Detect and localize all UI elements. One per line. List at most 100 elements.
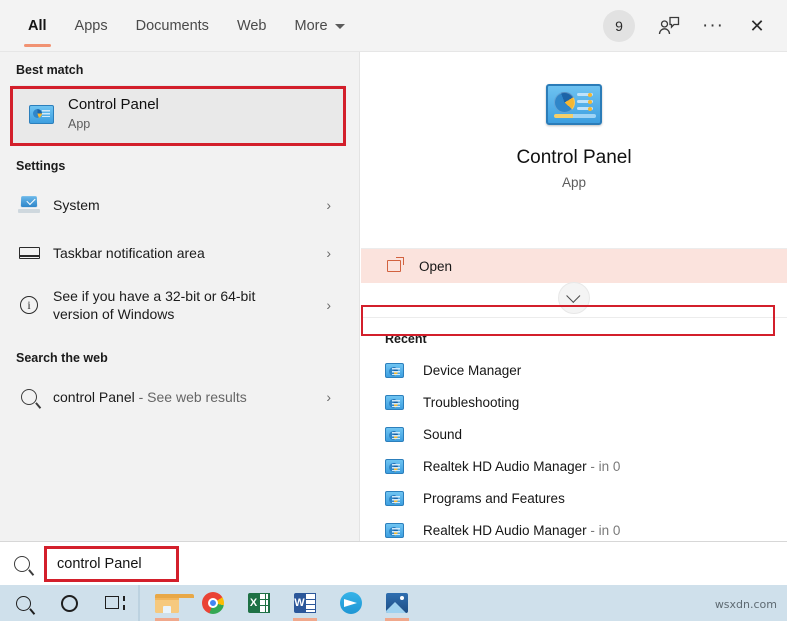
- control-panel-icon: [385, 427, 407, 442]
- info-icon: i: [16, 296, 42, 314]
- settings-item-bit-version-label: See if you have a 32-bit or 64-bit versi…: [53, 287, 303, 323]
- recent-item-suffix: - in 0: [587, 523, 621, 538]
- search-web-label: control Panel - See web results: [53, 389, 247, 406]
- preview-app-subtitle: App: [562, 175, 586, 190]
- chevron-right-icon: ›: [326, 197, 331, 213]
- recent-heading: Recent: [361, 318, 787, 354]
- chrome-icon: [202, 592, 224, 614]
- taskbar: X W: [0, 585, 787, 621]
- control-panel-icon: [385, 491, 407, 506]
- feedback-button[interactable]: [649, 6, 689, 46]
- search-web-suffix: - See web results: [135, 389, 247, 405]
- best-match-subtitle: App: [68, 117, 159, 132]
- recent-item-name: Realtek HD Audio Manager: [423, 459, 587, 474]
- chevron-down-icon: [335, 24, 345, 29]
- recent-item-programs-and-features[interactable]: Programs and Features: [361, 482, 787, 514]
- settings-item-taskbar-notification-area[interactable]: Taskbar notification area ›: [0, 229, 359, 277]
- ellipsis-icon: ···: [702, 21, 724, 31]
- search-icon: [16, 596, 31, 611]
- search-icon: [14, 556, 30, 572]
- taskbar-photos-button[interactable]: [374, 585, 420, 621]
- person-feedback-icon: [658, 16, 680, 36]
- close-button[interactable]: ✕: [737, 6, 777, 46]
- excel-icon: X: [248, 592, 270, 614]
- recent-item-name: Sound: [423, 427, 462, 442]
- search-web-heading: Search the web: [0, 333, 359, 373]
- recent-item-suffix: - in 0: [587, 459, 621, 474]
- notification-badge[interactable]: 9: [603, 10, 635, 42]
- settings-item-taskbar-label: Taskbar notification area: [53, 245, 205, 262]
- search-icon: [16, 389, 42, 405]
- search-bar[interactable]: control Panel: [0, 541, 787, 585]
- recent-item-device-manager[interactable]: Device Manager: [361, 354, 787, 386]
- search-tabs: All Apps Documents Web More: [14, 0, 359, 52]
- recent-item-realtek-hd-audio-manager[interactable]: Realtek HD Audio Manager - in 0: [361, 450, 787, 482]
- tab-documents[interactable]: Documents: [122, 0, 223, 52]
- cortana-circle-icon: [61, 595, 78, 612]
- windows-search-screen: All Apps Documents Web More 9: [0, 0, 787, 621]
- recent-item-label: Realtek HD Audio Manager - in 0: [423, 523, 620, 538]
- taskbar-task-view-button[interactable]: [92, 585, 138, 621]
- taskbar-excel-button[interactable]: X: [236, 585, 282, 621]
- search-flyout: All Apps Documents Web More 9: [0, 0, 787, 585]
- close-icon: ✕: [749, 16, 764, 37]
- settings-item-bit-version[interactable]: i See if you have a 32-bit or 64-bit ver…: [0, 277, 359, 333]
- recent-item-troubleshooting[interactable]: Troubleshooting: [361, 386, 787, 418]
- chevron-right-icon: ›: [326, 297, 331, 313]
- recent-item-label: Realtek HD Audio Manager - in 0: [423, 459, 620, 474]
- best-match-item-control-panel[interactable]: Control Panel App: [12, 85, 345, 143]
- tab-all[interactable]: All: [14, 0, 61, 52]
- tab-documents-label: Documents: [136, 18, 209, 34]
- taskbar-cortana-button[interactable]: [46, 585, 92, 621]
- photos-icon: [386, 593, 408, 613]
- taskbar-telegram-button[interactable]: [328, 585, 374, 621]
- control-panel-icon: [385, 459, 407, 474]
- settings-item-system[interactable]: System ›: [0, 181, 359, 229]
- search-input[interactable]: control Panel: [57, 556, 142, 572]
- chevron-right-icon: ›: [326, 245, 331, 261]
- recent-item-name: Programs and Features: [423, 491, 565, 506]
- open-action-label: Open: [419, 259, 452, 274]
- search-web-item[interactable]: control Panel - See web results ›: [0, 373, 359, 421]
- results-list-pane: Best match Control Panel App Settings Sy…: [0, 52, 360, 585]
- settings-heading: Settings: [0, 143, 359, 181]
- taskbar-chrome-button[interactable]: [190, 585, 236, 621]
- best-match-texts: Control Panel App: [68, 96, 159, 132]
- preview-header: Control Panel App: [361, 52, 787, 249]
- header-actions: 9 ··· ✕: [603, 0, 777, 52]
- search-web-query: control Panel: [53, 389, 135, 405]
- open-external-icon: [387, 260, 401, 272]
- recent-item-label: Programs and Features: [423, 491, 565, 506]
- more-options-button[interactable]: ···: [693, 6, 733, 46]
- control-panel-icon: [24, 105, 58, 124]
- word-icon: W: [294, 592, 316, 614]
- tab-web[interactable]: Web: [223, 0, 281, 52]
- control-panel-icon: [385, 363, 407, 378]
- expander-row: [361, 283, 787, 318]
- taskbar-icon: [16, 247, 42, 259]
- taskbar-file-explorer-button[interactable]: [144, 585, 190, 621]
- preview-pane: Control Panel App Open Recent Device Man…: [361, 52, 787, 585]
- file-explorer-icon: [155, 594, 179, 613]
- recent-item-name: Device Manager: [423, 363, 521, 378]
- search-header: All Apps Documents Web More 9: [0, 0, 787, 52]
- preview-app-title: Control Panel: [516, 147, 631, 169]
- tab-web-label: Web: [237, 18, 267, 34]
- watermark: wsxdn.com: [715, 598, 777, 611]
- tab-apps[interactable]: Apps: [61, 0, 122, 52]
- tab-more[interactable]: More: [281, 0, 359, 52]
- notification-badge-count: 9: [615, 18, 623, 34]
- tab-apps-label: Apps: [75, 18, 108, 34]
- tab-more-label: More: [295, 18, 328, 34]
- taskbar-word-button[interactable]: W: [282, 585, 328, 621]
- search-input-highlight-box[interactable]: control Panel: [44, 546, 179, 582]
- best-match-title: Control Panel: [68, 96, 159, 114]
- taskbar-search-button[interactable]: [0, 585, 46, 621]
- telegram-icon: [340, 592, 362, 614]
- chevron-right-icon: ›: [326, 389, 331, 405]
- recent-item-label: Sound: [423, 427, 462, 442]
- tab-all-label: All: [28, 18, 47, 34]
- open-action-row[interactable]: Open: [361, 249, 787, 283]
- expand-actions-button[interactable]: [558, 282, 590, 314]
- recent-item-sound[interactable]: Sound: [361, 418, 787, 450]
